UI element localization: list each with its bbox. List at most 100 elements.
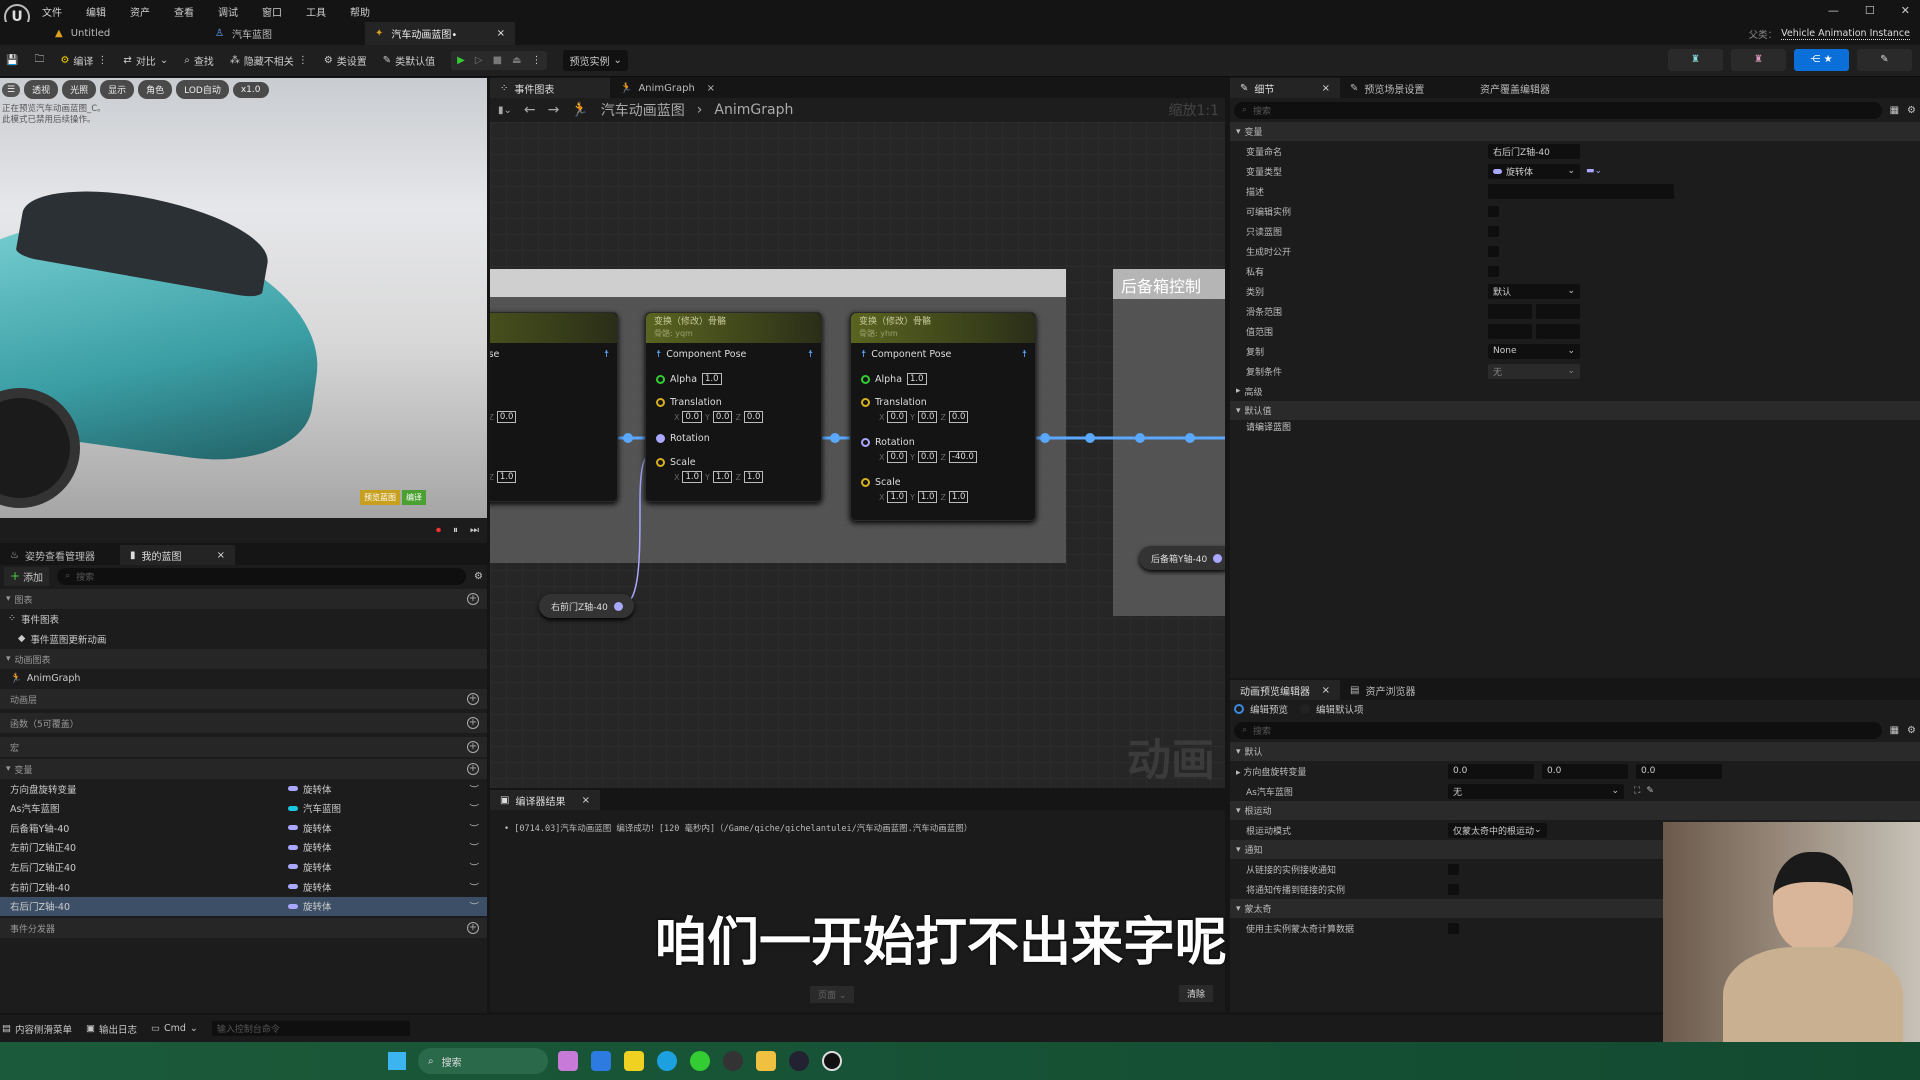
table-view-icon[interactable]: ▦ — [1890, 725, 1899, 736]
value-input[interactable]: 0.0 — [917, 451, 938, 463]
visibility-eye-icon[interactable]: ︶ — [469, 899, 479, 913]
value-input[interactable]: 1.0 — [496, 471, 517, 483]
pin-circle-icon[interactable] — [656, 434, 665, 443]
visibility-eye-icon[interactable]: ︶ — [469, 880, 479, 894]
blueprint-mode-button[interactable]: ⋲ ★ — [1794, 49, 1849, 71]
property-checkbox[interactable] — [1488, 265, 1499, 277]
pause-icon[interactable]: ⏸ — [453, 525, 458, 536]
visibility-eye-icon[interactable]: ︶ — [469, 821, 479, 835]
pin-rotation[interactable]: Rotation — [656, 433, 710, 444]
pin-icon[interactable] — [613, 601, 623, 611]
menu-item[interactable]: 查看 — [174, 4, 194, 19]
variable-type-dropdown[interactable]: 旋转体 ⌄ — [1488, 163, 1580, 179]
range-inputs[interactable] — [1488, 303, 1580, 319]
graph-canvas[interactable]: 后备箱控制 变换（修改）骨骼骨骼: yqm☨Component Pose☨Alp… — [490, 122, 1225, 788]
cmd-dropdown[interactable]: ▭ Cmd ⌄ — [151, 1023, 198, 1034]
viewport[interactable]: ☰ 透视 光照 显示 角色 LOD自动 x1.0 正在预览汽车动画蓝图_C。 此模式已禁用后… — [0, 78, 487, 518]
browse-icon[interactable]: ⛶ — [1634, 786, 1640, 796]
add-button[interactable]: + 添加 — [4, 566, 50, 586]
close-tab-icon[interactable]: × — [1322, 685, 1330, 696]
value-input[interactable]: 0.0 — [917, 411, 938, 423]
page-dropdown[interactable]: 页面 ⌄ — [810, 986, 855, 1003]
value-input[interactable]: 1.0 — [712, 471, 733, 483]
pin-alpha[interactable]: Alpha 1.0 — [656, 373, 722, 385]
section-anim_graphs[interactable]: ▾ 动画图表 — [0, 649, 487, 669]
add-icon[interactable]: + — [467, 763, 479, 775]
close-tab-icon[interactable]: × — [707, 83, 715, 94]
step-icon[interactable]: ▷ — [475, 55, 483, 66]
find-button[interactable]: ⌕ 查找 — [184, 53, 214, 68]
property-checkbox[interactable] — [1488, 245, 1499, 257]
content-drawer-button[interactable]: ▤ 内容侧滑菜单 — [2, 1022, 72, 1036]
record-icon[interactable]: ⏺ — [436, 525, 441, 536]
windows-start-icon[interactable] — [388, 1052, 406, 1070]
montage-checkbox[interactable] — [1448, 922, 1459, 934]
pin-component-pose[interactable]: ☨ Component Pose ☨ — [656, 349, 813, 360]
todo-icon[interactable] — [591, 1051, 611, 1071]
value-input[interactable]: 0.0 — [682, 411, 703, 423]
value-input[interactable]: 1.0 — [682, 471, 703, 483]
eyedropper-icon[interactable]: ✎ — [1646, 786, 1654, 796]
section-functions[interactable]: 函数（5可覆盖） + — [0, 713, 487, 733]
variable-row[interactable]: As汽车蓝图 汽车蓝图 ︶ — [0, 799, 487, 818]
list-item-anim_graph[interactable]: 🏃 AnimGraph — [0, 669, 487, 688]
section-default[interactable]: ▾ 默认 — [1230, 742, 1920, 761]
browse-button[interactable]: 🗀 — [34, 52, 44, 69]
file-explorer-icon[interactable] — [756, 1051, 776, 1071]
tab-pose-watch[interactable]: ♨ 姿势查看管理器 — [0, 545, 120, 565]
range-min-input[interactable] — [1488, 323, 1532, 339]
tab-anim-graph[interactable]: 🏃 AnimGraph × — [610, 78, 725, 98]
clear-button[interactable]: 清除 — [1178, 985, 1213, 1002]
value-input[interactable]: 1.0 — [948, 491, 969, 503]
anim-node-transform-bone[interactable]: 变换（修改）骨骼 骨骼: yhm ☨ Component Pose ☨ Alpha 1.0 T… — [850, 312, 1036, 521]
variable-row[interactable]: 方向盘旋转变量 旋转体 ︶ — [0, 779, 487, 798]
value-input[interactable]: 1.0 — [917, 491, 938, 503]
value-input[interactable]: 1.0 — [702, 373, 722, 385]
unreal-engine-icon[interactable] — [822, 1051, 842, 1071]
menu-item[interactable]: 工具 — [306, 4, 326, 19]
pin-component-pose[interactable]: ☨ Component Pose ☨ — [861, 349, 1027, 360]
as-car-dropdown[interactable]: 无 ⌄ — [1448, 783, 1624, 799]
tab-compiler-results[interactable]: ▣ 编译器结果 × — [490, 790, 600, 810]
doc-tab-car-blueprint[interactable]: ♙ 汽车蓝图 — [205, 22, 355, 45]
viewport-button[interactable]: x1.0 — [232, 81, 269, 98]
preview-instance-dropdown[interactable]: 预览实例 ⌄ — [563, 50, 628, 71]
diff-button[interactable]: ⇄ 对比 ⌄ — [123, 53, 168, 68]
tab-my-blueprint[interactable]: ▮ 我的蓝图 × — [120, 545, 235, 565]
class-settings-button[interactable]: ⚙ 类设置 — [324, 53, 367, 68]
table-view-icon[interactable]: ▦ — [1890, 105, 1899, 116]
value-input[interactable]: 0.0 — [948, 411, 969, 423]
breadcrumb-item[interactable]: AnimGraph — [714, 102, 793, 118]
viewport-button[interactable]: 光照 — [62, 80, 97, 99]
forward-icon[interactable]: ⏭ — [470, 525, 479, 536]
close-tab-icon[interactable]: × — [1322, 83, 1330, 94]
settings-icon[interactable]: ⚙ — [1907, 725, 1916, 736]
container-type-dropdown[interactable]: ▬⌄ — [1586, 166, 1602, 176]
anim-node-transform-bone[interactable]: 变换（修改）骨骼骨骼: yqm☨Component Pose☨Alpha1.0T… — [490, 312, 618, 502]
console-input[interactable]: 输入控制台命令 — [211, 1021, 410, 1036]
skeleton-mode-button[interactable]: ♜ — [1668, 49, 1723, 71]
section-variable[interactable]: ▾ 变量 — [1230, 122, 1920, 141]
pin-alpha[interactable]: Alpha 1.0 — [861, 373, 927, 385]
visibility-eye-icon[interactable]: ︶ — [469, 782, 479, 796]
eject-icon[interactable]: ⏏ — [512, 55, 521, 66]
value-input[interactable]: 1.0 — [743, 471, 764, 483]
bookmark-icon[interactable]: ▮⌄ — [498, 105, 512, 116]
tab-asset-override-editor[interactable]: 资产覆盖编辑器 — [1470, 78, 1580, 98]
section-graphs[interactable]: ▾ 图表 + — [0, 589, 487, 609]
tab-anim-preview-editor[interactable]: 动画预览编辑器 × — [1230, 680, 1340, 700]
menu-item[interactable]: 窗口 — [262, 4, 282, 19]
steering-z-input[interactable]: 0.0 — [1636, 763, 1722, 779]
pin-scale[interactable]: Scale — [656, 457, 696, 468]
tab-details[interactable]: ✎ 细节 × — [1230, 78, 1340, 98]
value-input[interactable]: 0.0 — [743, 411, 764, 423]
physics-mode-button[interactable]: ✎ — [1857, 49, 1912, 71]
add-icon[interactable]: + — [467, 741, 479, 753]
minimize-icon[interactable]: — — [1828, 4, 1839, 17]
tab-asset-browser[interactable]: ▤ 资产浏览器 — [1340, 680, 1440, 700]
maximize-icon[interactable]: ☐ — [1865, 4, 1875, 17]
range-min-input[interactable] — [1488, 303, 1532, 319]
edge-icon[interactable] — [657, 1051, 677, 1071]
menu-item[interactable]: 调试 — [218, 4, 238, 19]
search-input[interactable]: ⌕ 搜索 — [57, 567, 467, 585]
